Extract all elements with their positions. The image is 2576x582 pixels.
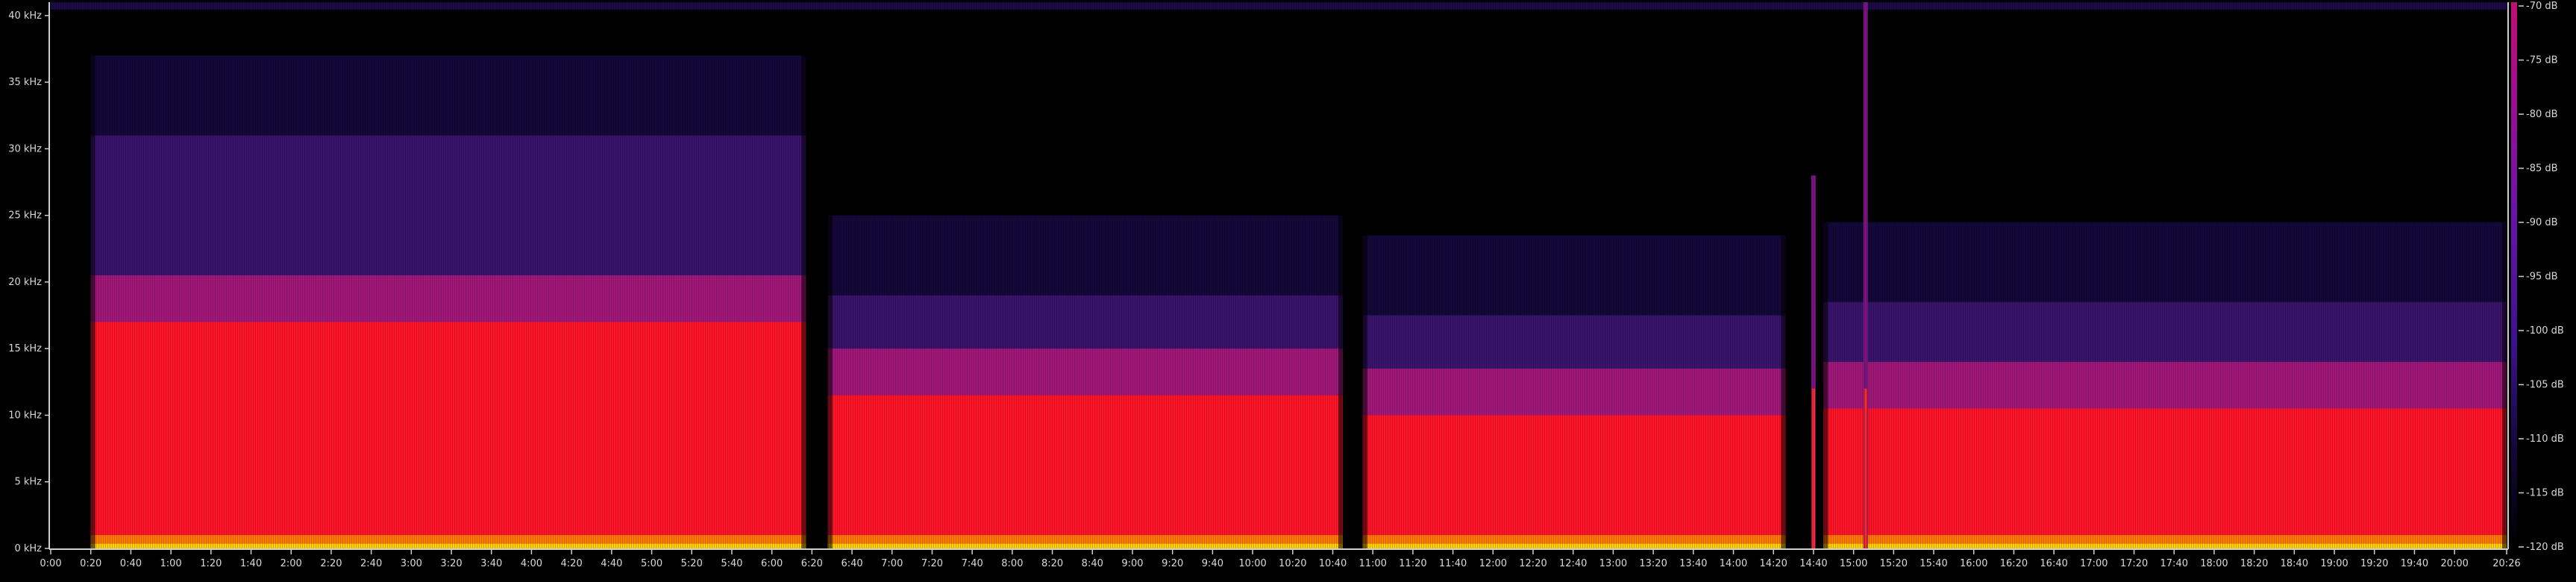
x-tick-label: 4:20 [561, 558, 583, 569]
plot-area [51, 2, 2507, 548]
colorbar-tick-label: -115 dB [2526, 488, 2564, 499]
colorbar-tick-label: -100 dB [2526, 325, 2564, 337]
colorbar-tick-label: -85 dB [2526, 163, 2558, 175]
colorbar-ticks: -70 dB -75 dB -80 dB -85 dB -90 dB -95 dB -100… [2519, 1, 2564, 553]
colorbar-tick-label: -120 dB [2526, 542, 2564, 553]
x-tick-label: 8:40 [1082, 558, 1103, 569]
x-tick-label: 12:20 [1519, 558, 1546, 569]
x-tick-label: 18:20 [2240, 558, 2268, 569]
x-tick-label: 10:20 [1279, 558, 1306, 569]
x-tick-label: 20:00 [2440, 558, 2468, 569]
x-tick-label: 16:40 [2040, 558, 2067, 569]
x-tick-label: 3:20 [440, 558, 462, 569]
x-tick-label: 14:20 [1759, 558, 1787, 569]
x-tick-label: 14:40 [1799, 558, 1827, 569]
x-tick-label: 0:20 [80, 558, 101, 569]
colorbar-strip [2511, 2, 2517, 550]
x-tick-label: 6:20 [801, 558, 823, 569]
x-tick-label: 15:40 [1920, 558, 1947, 569]
x-tick-label: 7:20 [921, 558, 943, 569]
colorbar-tick-label: -95 dB [2526, 272, 2558, 283]
x-tick-label: 5:20 [681, 558, 703, 569]
x-tick-label: 15:20 [1880, 558, 1908, 569]
y-tick-label: 30 kHz [8, 143, 42, 154]
colorbar-tick-label: -90 dB [2526, 217, 2558, 228]
x-tick-label: 9:40 [1202, 558, 1223, 569]
x-tick-label: 9:00 [1121, 558, 1143, 569]
x-tick-label: 10:00 [1238, 558, 1266, 569]
colorbar-tick-label: -75 dB [2526, 55, 2558, 66]
colorbar: -70 dB -75 dB -80 dB -85 dB -90 dB -95 dB -100… [2511, 1, 2564, 553]
x-tick-label: 2:20 [320, 558, 342, 569]
y-tick-label: 20 kHz [8, 277, 42, 288]
colorbar-tick-label: -105 dB [2526, 380, 2564, 391]
colorbar-tick-label: -110 dB [2526, 434, 2564, 445]
x-tick-label: 4:00 [521, 558, 542, 569]
x-tick-label: 1:00 [160, 558, 182, 569]
x-tick-label: 7:40 [962, 558, 983, 569]
x-tick-label: 5:00 [641, 558, 662, 569]
y-tick-label: 15 kHz [8, 343, 42, 354]
colorbar-tick-label: -70 dB [2526, 1, 2558, 12]
x-tick-label: 6:40 [841, 558, 862, 569]
x-tick-label: 11:40 [1439, 558, 1467, 569]
x-tick-label: 7:00 [881, 558, 903, 569]
x-tick-label: 8:00 [1001, 558, 1023, 569]
y-tick-label: 0 kHz [14, 543, 42, 554]
x-tick-label: 19:20 [2360, 558, 2388, 569]
x-tick-label: 13:00 [1599, 558, 1627, 569]
y-tick-label: 5 kHz [14, 477, 42, 488]
y-axis-ticks: 0 kHz 5 kHz 10 kHz 15 kHz 20 kHz 25 kHz 30 kHz… [8, 10, 49, 554]
x-tick-label: 5:40 [721, 558, 742, 569]
x-tick-label: 17:40 [2160, 558, 2188, 569]
x-tick-label: 18:40 [2281, 558, 2308, 569]
y-tick-label: 10 kHz [8, 410, 42, 421]
x-tick-label: 1:40 [240, 558, 262, 569]
x-tick-label: 11:00 [1358, 558, 1386, 569]
x-tick-label: 8:20 [1041, 558, 1063, 569]
x-tick-label: 18:00 [2200, 558, 2228, 569]
x-tick-label: 2:00 [281, 558, 302, 569]
x-tick-label: 20:26 [2492, 558, 2520, 569]
y-tick-label: 25 kHz [8, 210, 42, 222]
y-tick-label: 35 kHz [8, 77, 42, 88]
x-tick-label: 3:00 [401, 558, 422, 569]
spectrogram-chart: 0 kHz 5 kHz 10 kHz 15 kHz 20 kHz 25 kHz 30 kHz… [8, 1, 2564, 569]
x-axis-ticks: 0:00 0:20 0:40 1:00 1:20 1:40 2:00 2:20 2:40 3:00… [40, 549, 2521, 569]
x-tick-label: 10:40 [1319, 558, 1347, 569]
x-tick-label: 17:00 [2080, 558, 2108, 569]
x-tick-label: 14:00 [1720, 558, 1747, 569]
y-tick-label: 40 kHz [8, 10, 42, 22]
x-tick-label: 16:00 [1960, 558, 1987, 569]
x-tick-label: 19:00 [2320, 558, 2348, 569]
x-tick-label: 4:40 [601, 558, 622, 569]
x-tick-label: 12:00 [1479, 558, 1507, 569]
x-tick-label: 13:40 [1679, 558, 1707, 569]
x-tick-label: 13:20 [1639, 558, 1667, 569]
x-tick-label: 9:20 [1162, 558, 1183, 569]
x-tick-label: 11:20 [1399, 558, 1426, 569]
x-tick-label: 12:40 [1559, 558, 1587, 569]
x-tick-label: 6:00 [761, 558, 783, 569]
x-tick-label: 16:20 [2000, 558, 2028, 569]
x-tick-label: 1:20 [200, 558, 222, 569]
x-tick-label: 0:00 [40, 558, 61, 569]
x-tick-label: 0:40 [120, 558, 142, 569]
x-tick-label: 17:20 [2120, 558, 2148, 569]
texture-overlay [51, 2, 2507, 548]
x-tick-label: 19:40 [2401, 558, 2428, 569]
colorbar-tick-label: -80 dB [2526, 109, 2558, 120]
x-tick-label: 2:40 [360, 558, 382, 569]
x-tick-label: 15:00 [1840, 558, 1867, 569]
x-tick-label: 3:40 [480, 558, 502, 569]
